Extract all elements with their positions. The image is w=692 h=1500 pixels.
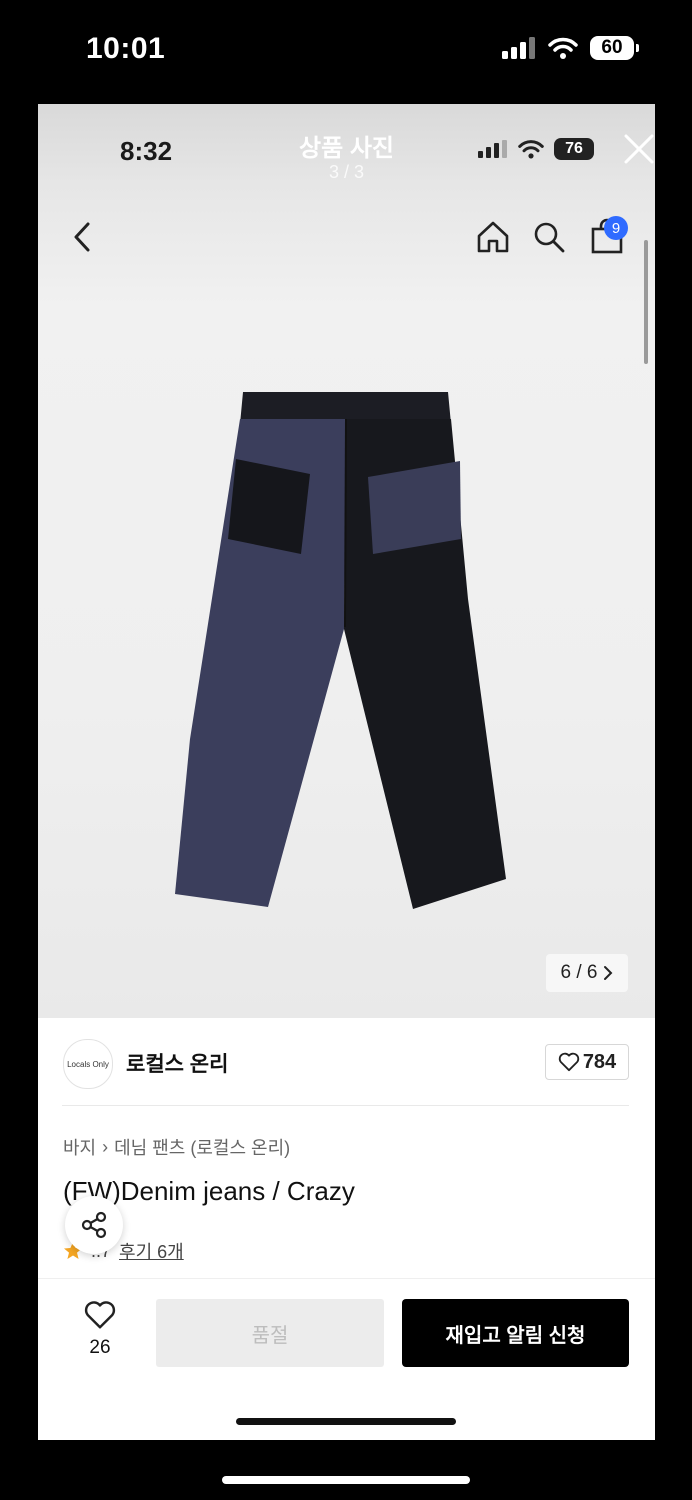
battery-icon: 76 — [554, 138, 594, 160]
scrollbar[interactable] — [644, 240, 648, 364]
wish-count: 26 — [89, 1337, 111, 1358]
viewer-photo-count: 3 / 3 — [328, 162, 365, 182]
inner-status-icons: 76 — [478, 138, 594, 160]
breadcrumb-category[interactable]: 바지 — [63, 1134, 96, 1160]
close-icon[interactable] — [622, 132, 655, 166]
brand-like-button[interactable]: 784 — [545, 1044, 629, 1080]
divider — [62, 1105, 629, 1106]
soldout-button[interactable]: 품절 — [156, 1299, 384, 1367]
heart-icon — [84, 1301, 116, 1329]
brand-like-count: 784 — [582, 1050, 617, 1073]
back-icon[interactable] — [70, 220, 94, 254]
signal-icon — [502, 37, 535, 59]
home-indicator[interactable] — [222, 1476, 470, 1484]
photo-viewer: 8:32 상품 사진 3 / 3 76 9 6 / 6 Locals Only … — [38, 104, 655, 1440]
reviews-link[interactable]: 후기 6개 — [119, 1238, 184, 1264]
wifi-icon — [518, 140, 544, 159]
wifi-icon — [548, 37, 578, 59]
share-button[interactable] — [65, 1196, 123, 1254]
outer-status-time: 10:01 — [86, 32, 166, 65]
pants-image — [175, 392, 506, 909]
inner-home-indicator — [236, 1418, 456, 1425]
battery-icon: 60 — [590, 36, 639, 60]
heart-icon — [558, 1052, 579, 1072]
brand-name[interactable]: 로컬스 온리 — [126, 1048, 228, 1078]
photo-counter-label: 6 / 6 — [560, 962, 598, 983]
brand-logo[interactable]: Locals Only — [63, 1039, 113, 1089]
search-icon[interactable] — [532, 220, 566, 254]
home-icon[interactable] — [476, 220, 510, 254]
chevron-right-icon — [604, 966, 613, 980]
share-icon — [81, 1211, 107, 1239]
signal-icon — [478, 140, 507, 158]
cart-badge: 9 — [604, 216, 628, 240]
restock-alert-button[interactable]: 재입고 알림 신청 — [402, 1299, 629, 1367]
breadcrumb-separator: › — [102, 1136, 109, 1157]
outer-status-icons: 60 — [502, 36, 639, 60]
photo-counter[interactable]: 6 / 6 — [546, 954, 628, 992]
wish-button[interactable]: 26 — [78, 1300, 122, 1359]
breadcrumb-subcategory[interactable]: 데님 팬츠 (로컬스 온리) — [114, 1134, 290, 1160]
breadcrumb: 바지 › 데님 팬츠 (로컬스 온리) — [63, 1134, 290, 1160]
